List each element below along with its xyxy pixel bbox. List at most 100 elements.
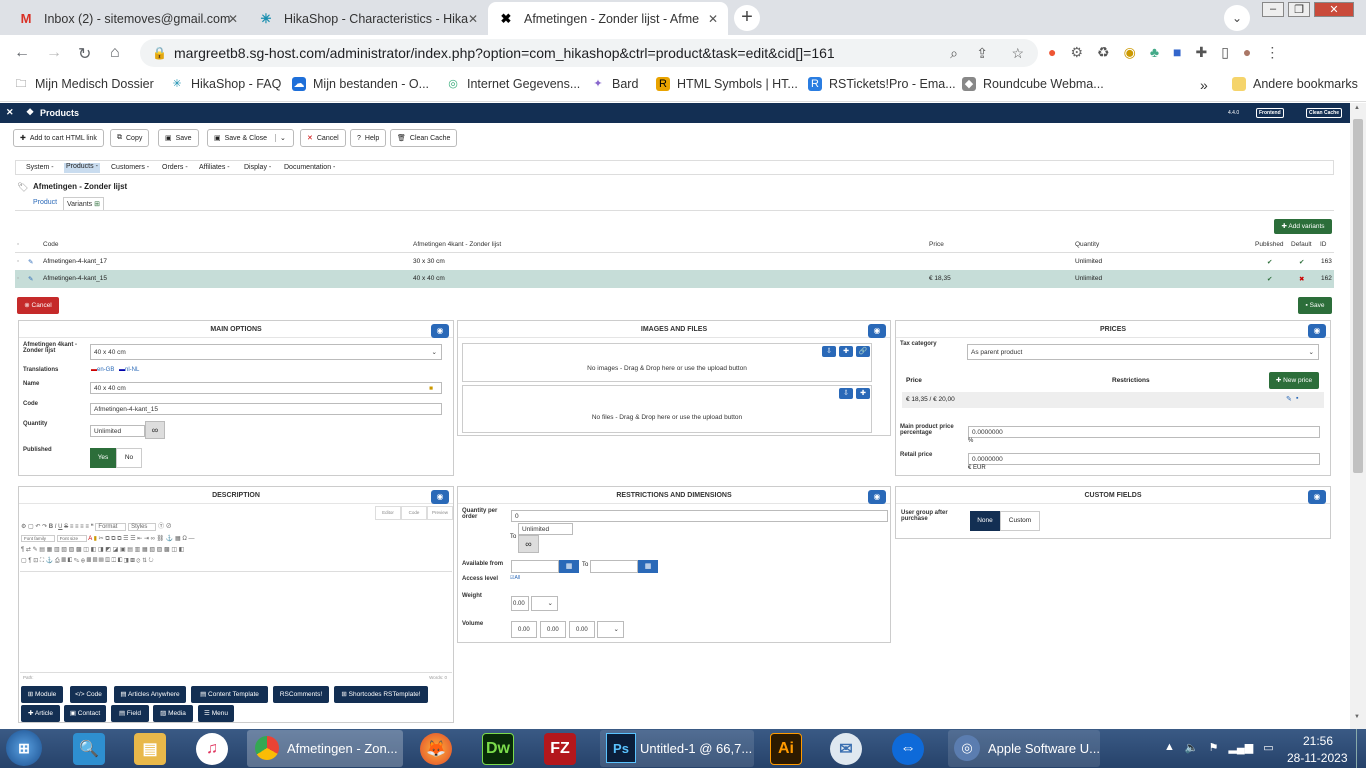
published-check-icon[interactable]: ✔ [1267, 258, 1272, 266]
more-bookmarks-icon[interactable]: » [1200, 77, 1208, 93]
editor-tab-editor[interactable]: Editor [375, 506, 401, 520]
eye-icon[interactable]: ◉ [868, 490, 886, 504]
puzzle-icon[interactable]: ✚ [1195, 44, 1207, 62]
bookmark-item[interactable]: ✳ HikaShop - FAQ [170, 77, 281, 91]
extension-icon[interactable]: ♣ [1150, 44, 1159, 62]
styles-select[interactable]: Styles [128, 523, 157, 531]
select-all-checkbox[interactable]: ▫ [17, 241, 19, 248]
group-custom-button[interactable]: Custom [1000, 511, 1040, 531]
link-icon[interactable]: 🔗 [856, 346, 870, 357]
content-template-button[interactable]: ▤ Content Template [191, 686, 268, 703]
menu-dots-icon[interactable]: ⋮ [1265, 44, 1279, 62]
tab-gmail[interactable]: M Inbox (2) - sitemoves@gmail.com ✕ [8, 2, 248, 35]
characteristic-select[interactable]: 40 x 40 cm ⌄ [90, 344, 442, 360]
clean-cache-header-button[interactable]: Clean Cache [1306, 108, 1343, 118]
article-button[interactable]: ✚ Article [21, 705, 60, 722]
bookmark-item[interactable]: ◎ Internet Gegevens... [446, 77, 580, 91]
dreamweaver-icon[interactable]: Dw [482, 733, 514, 765]
close-tab-icon[interactable]: ✕ [228, 12, 238, 26]
menu-products[interactable]: Products - [64, 163, 100, 173]
bookmark-item[interactable]: R RSTickets!Pro - Ema... [808, 77, 956, 91]
articles-anywhere-button[interactable]: ▤ Articles Anywhere [114, 686, 186, 703]
copy-button[interactable]: ⧉ Copy [110, 129, 150, 147]
help-button[interactable]: ? Help [350, 129, 387, 147]
bookmark-item[interactable]: R HTML Symbols | HT... [656, 77, 798, 91]
new-tab-button[interactable]: + [734, 5, 760, 31]
infinity-button[interactable]: ∞ [518, 535, 539, 553]
tax-category-select[interactable]: As parent product ⌄ [967, 344, 1319, 360]
retail-price-input[interactable]: 0.0000000 [968, 453, 1320, 465]
weight-input[interactable]: 0.00 [511, 596, 529, 611]
menu-button[interactable]: ☰ Menu [198, 705, 234, 722]
main-price-percentage-input[interactable]: 0.0000000 [968, 426, 1320, 438]
bookmark-star-icon[interactable]: ☆ [1011, 39, 1024, 67]
share-icon[interactable]: ⇪ [976, 39, 988, 67]
upload-icon[interactable]: ⇩ [839, 388, 853, 399]
field-button[interactable]: ▤ Field [111, 705, 149, 722]
zoom-icon[interactable]: ⌕ [950, 39, 958, 67]
add-to-cart-html-button[interactable]: ✚ Add to cart HTML link [13, 129, 104, 147]
filezilla-icon[interactable]: FZ [544, 733, 576, 765]
close-tab-icon[interactable]: ✕ [468, 12, 478, 26]
module-button[interactable]: ⊞ Module [21, 686, 63, 703]
media-button[interactable]: ▨ Media [153, 705, 193, 722]
explorer-icon[interactable]: ▤ [134, 733, 166, 765]
menu-customers[interactable]: Customers - [111, 164, 149, 171]
shortcodes-rstemplate-button[interactable]: ⊞ Shortcodes RSTemplate! [334, 686, 428, 703]
bookmark-item[interactable]: ☁ Mijn bestanden - O... [292, 77, 429, 91]
files-dropzone[interactable]: No files - Drag & Drop here or use the u… [462, 385, 872, 433]
firefox-icon[interactable]: 🦊 [420, 733, 452, 765]
eye-icon[interactable]: ◉ [431, 324, 449, 338]
available-to-input[interactable] [590, 560, 638, 573]
images-dropzone[interactable]: No images - Drag & Drop here or use the … [462, 343, 872, 382]
extension-icon[interactable]: ⚙ [1070, 44, 1083, 62]
editor-content-area[interactable] [20, 571, 452, 673]
close-menu-icon[interactable]: ✕ [6, 107, 14, 118]
scroll-up-icon[interactable]: ▲ [1354, 105, 1360, 111]
bookmark-item[interactable]: ◆ Roundcube Webma... [962, 77, 1104, 91]
maximize-button[interactable]: ❐ [1288, 2, 1310, 17]
trash-icon[interactable]: ▪ [1296, 395, 1298, 402]
editor-tab-preview[interactable]: Preview [427, 506, 453, 520]
clock-time[interactable]: 21:56 [1303, 734, 1333, 748]
format-select[interactable]: Format [95, 523, 127, 531]
eye-icon[interactable]: ◉ [431, 490, 449, 504]
itunes-icon[interactable]: ♫ [196, 733, 228, 765]
contact-button[interactable]: ▣ Contact [64, 705, 106, 722]
published-no-button[interactable]: No [116, 448, 142, 468]
extension-icon[interactable]: ♻ [1097, 44, 1110, 62]
table-row[interactable]: ▫ ✎ Afmetingen-4-kant_15 40 x 40 cm € 18… [15, 270, 1334, 288]
home-icon[interactable]: ⌂ [110, 44, 120, 62]
editor-toolbar[interactable]: ⚙ ▢ ↶ ↷ B I U S ≡ ≡ ≡ ≡ ❝ Format Styles … [21, 522, 451, 570]
volume-width-input[interactable]: 0.00 [540, 621, 566, 638]
bookmark-item[interactable]: 🗀 Mijn Medisch Dossier [14, 77, 154, 91]
taskbar-chrome[interactable]: Afmetingen - Zon... [247, 730, 403, 767]
upload-icon[interactable]: ⇩ [822, 346, 836, 357]
mail-icon[interactable]: ✉ [830, 733, 862, 765]
available-from-input[interactable] [511, 560, 559, 573]
scrollbar-thumb[interactable] [1353, 119, 1363, 473]
back-icon[interactable]: ← [14, 44, 30, 62]
infinity-button[interactable]: ∞ [145, 421, 165, 439]
access-level-selector[interactable]: ☑All [510, 575, 520, 581]
row-checkbox[interactable]: ▫ [17, 275, 19, 282]
extension-icon[interactable]: ■ [1173, 44, 1181, 62]
show-desktop-button[interactable] [1356, 729, 1366, 768]
new-price-button[interactable]: ✚ New price [1269, 372, 1319, 389]
frontend-button[interactable]: Frontend [1256, 108, 1284, 118]
battery-icon[interactable]: ▭ [1263, 741, 1273, 754]
minimize-button[interactable]: – [1262, 2, 1284, 17]
close-tab-icon[interactable]: ✕ [708, 12, 718, 26]
edit-icon[interactable]: ✎ [1286, 395, 1292, 403]
reload-icon[interactable]: ↻ [78, 44, 91, 64]
tab-product[interactable]: Product [33, 199, 57, 206]
price-row[interactable]: € 18,35 / € 20,00 ✎ ▪ [902, 392, 1324, 408]
clean-cache-button[interactable]: 🗑 Clean Cache [390, 129, 458, 147]
code-input[interactable]: Afmetingen-4-kant_15 [90, 403, 442, 415]
default-check-icon[interactable]: ✔ [1299, 258, 1304, 266]
chevron-down-icon[interactable]: ⌄ [275, 134, 286, 142]
menu-orders[interactable]: Orders - [162, 164, 188, 171]
font-family-select[interactable]: Font family [21, 535, 56, 542]
add-icon[interactable]: ✚ [856, 388, 870, 399]
eye-icon[interactable]: ◉ [1308, 490, 1326, 504]
